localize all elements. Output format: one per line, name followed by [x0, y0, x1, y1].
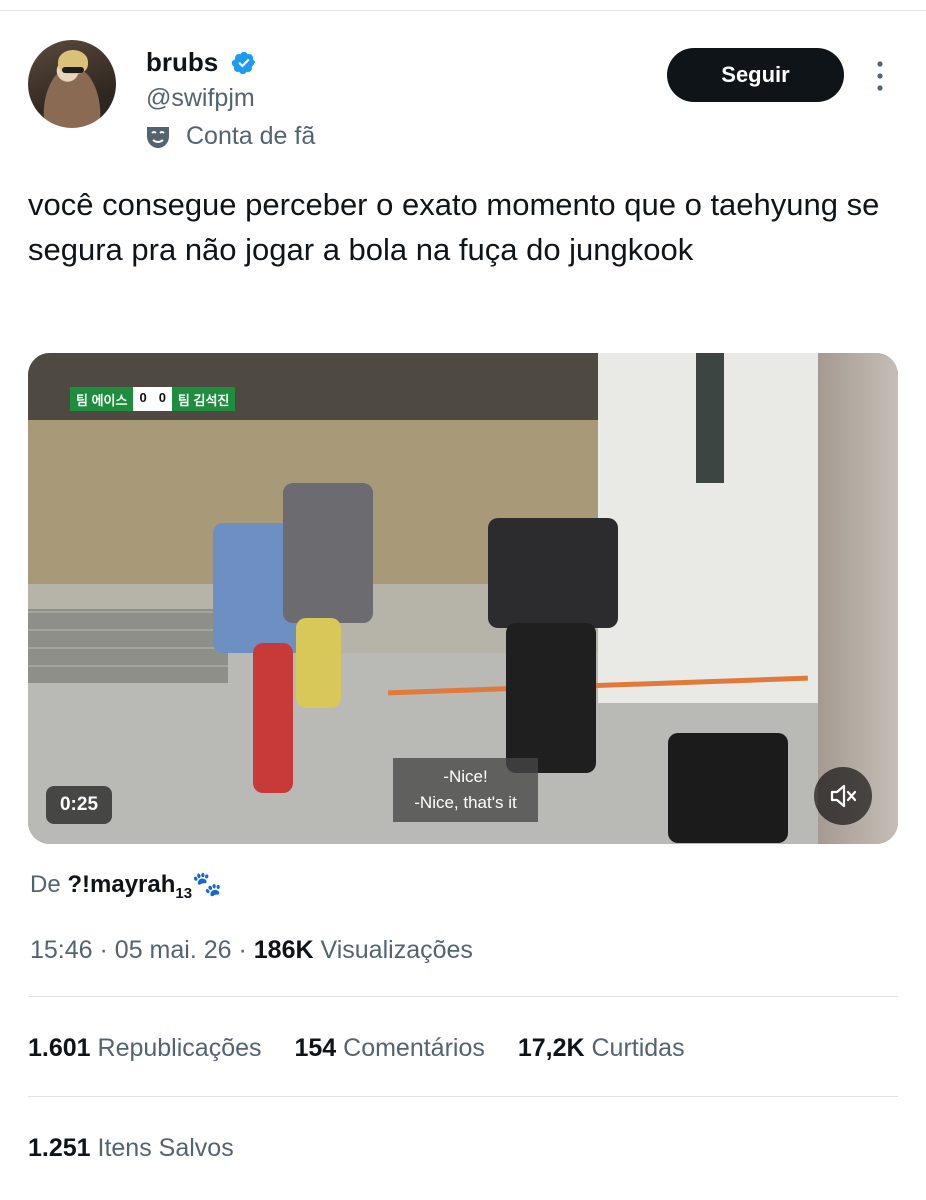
- stat-count: 1.601: [28, 1034, 91, 1062]
- divider: [28, 996, 898, 997]
- divider: [28, 1096, 898, 1097]
- stat-count: 154: [294, 1034, 337, 1062]
- stat-reposts[interactable]: 1.601 Republicações: [28, 1034, 262, 1063]
- video-person-black-legs: [506, 623, 596, 773]
- video-person-crouching: [668, 733, 788, 843]
- avatar[interactable]: [28, 40, 116, 128]
- video-player[interactable]: 팀 에이스 0 0 팀 김석진 -Nice! -Nice, that's it …: [28, 353, 898, 844]
- views-label: Visualizações: [320, 936, 473, 964]
- source-name: ?!mayrah: [67, 871, 176, 898]
- subtitle-line-2: -Nice, that's it: [414, 793, 517, 812]
- stat-comments[interactable]: 154 Comentários: [294, 1034, 484, 1063]
- top-divider: [0, 10, 926, 11]
- video-scoreboard: 팀 에이스 0 0 팀 김석진: [70, 387, 236, 411]
- verified-badge-icon: [231, 51, 256, 75]
- video-person-checkered: [283, 483, 373, 623]
- speaker-muted-icon: [830, 784, 857, 808]
- scoreboard-score-left: 0: [133, 387, 153, 411]
- meta-separator: ·: [99, 936, 108, 964]
- stat-likes[interactable]: 17,2K Curtidas: [518, 1034, 685, 1063]
- more-options-icon[interactable]: [868, 56, 892, 96]
- video-person-yellow-legs: [296, 618, 341, 708]
- video-timecode: 0:25: [46, 786, 112, 824]
- scoreboard-team-left: 팀 에이스: [70, 387, 134, 411]
- saved-count: 1.251: [28, 1134, 91, 1162]
- paw-emoji-icon: 🐾: [192, 871, 222, 898]
- meta-separator: ·: [238, 936, 247, 964]
- mute-button[interactable]: [814, 767, 872, 825]
- avatar-glasses: [62, 67, 84, 73]
- source-name-sub: 13: [175, 884, 193, 902]
- tweet-date[interactable]: 05 mai. 26: [115, 936, 232, 964]
- stat-label: Comentários: [343, 1034, 485, 1062]
- video-source-attribution: De ?!mayrah13🐾: [30, 870, 222, 902]
- stat-bookmarks[interactable]: 1.251 Itens Salvos: [28, 1134, 234, 1163]
- video-subtitle: -Nice! -Nice, that's it: [393, 758, 538, 822]
- author-name[interactable]: brubs: [146, 47, 218, 78]
- stat-count: 17,2K: [517, 1034, 585, 1062]
- scoreboard-score-right: 0: [152, 387, 172, 411]
- video-person-blue-legs: [253, 643, 293, 793]
- source-author-link[interactable]: ?!mayrah13🐾: [67, 871, 222, 902]
- subtitle-line-1: -Nice!: [443, 767, 488, 786]
- scoreboard-team-right: 팀 김석진: [171, 387, 236, 411]
- saved-label: Itens Salvos: [97, 1134, 234, 1162]
- fan-account-label: Conta de fã: [186, 122, 316, 150]
- video-person-black-jacket: [488, 518, 618, 628]
- video-window: [696, 353, 724, 483]
- stat-label: Curtidas: [591, 1034, 685, 1062]
- source-prefix: De: [30, 871, 61, 898]
- follow-button[interactable]: Seguir: [667, 48, 844, 102]
- theater-mask-icon: [147, 127, 169, 148]
- tweet-meta: 15:46 · 05 mai. 26 · 186K Visualizações: [30, 936, 473, 965]
- author-handle[interactable]: @swifpjm: [146, 84, 255, 113]
- views-count: 186K: [253, 936, 314, 964]
- stat-label: Republicações: [97, 1034, 262, 1062]
- video-brick-wall: [28, 609, 228, 683]
- tweet-time[interactable]: 15:46: [30, 936, 93, 964]
- tweet-text: você consegue perceber o exato momento q…: [28, 187, 880, 267]
- engagement-stats: 1.601 Republicações 154 Comentários 17,2…: [28, 1034, 711, 1063]
